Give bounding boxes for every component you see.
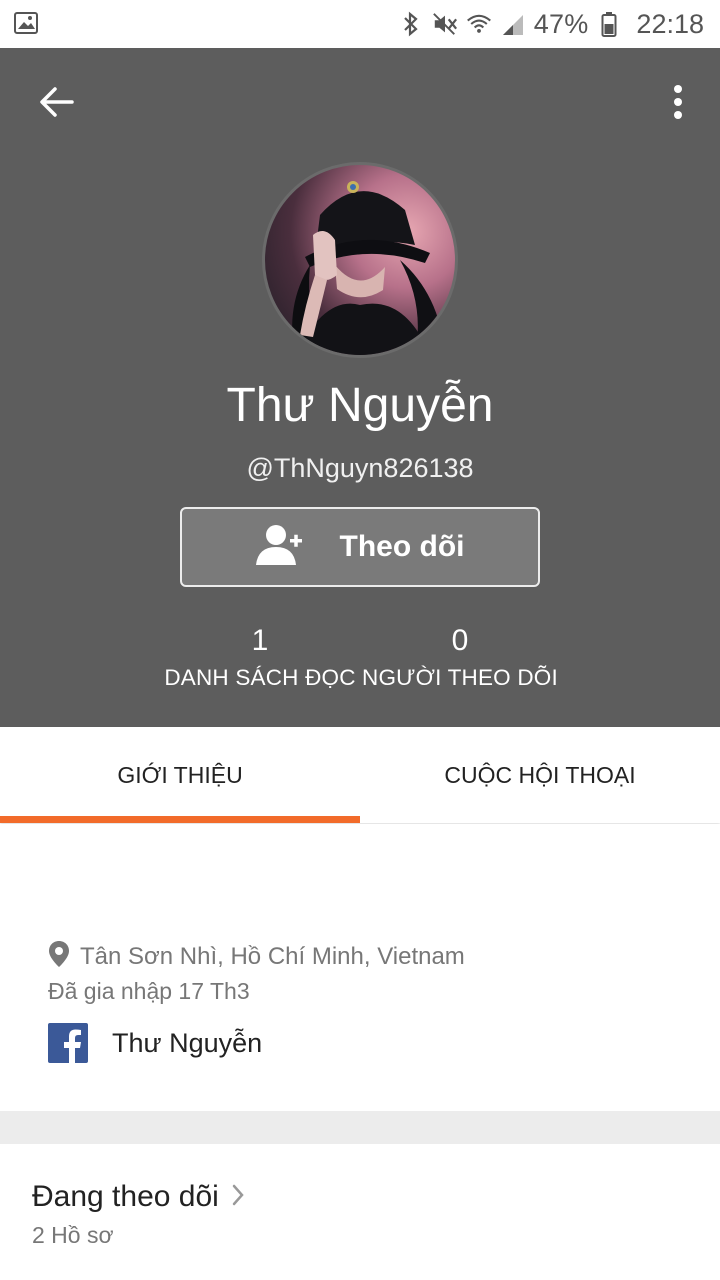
chevron-right-icon: [231, 1183, 245, 1212]
gallery-icon: [14, 12, 38, 34]
more-options-button[interactable]: [666, 82, 690, 126]
wifi-icon: [466, 11, 492, 37]
bluetooth-icon: [398, 11, 424, 37]
location-row: Tân Sơn Nhì, Hồ Chí Minh, Vietnam: [48, 940, 465, 973]
display-name: Thư Nguyễn: [226, 379, 494, 432]
arrow-left-icon: [38, 86, 74, 123]
stat-value: 1: [251, 624, 269, 657]
stat-value: 0: [451, 624, 469, 657]
tab-about[interactable]: GIỚI THIỆU: [0, 727, 360, 823]
status-bar: 47% 22:18: [0, 0, 720, 48]
facebook-icon: [48, 1023, 88, 1063]
tab-label: CUỘC HỘI THOẠI: [444, 761, 636, 788]
follow-button[interactable]: Theo dõi: [180, 507, 540, 587]
battery-icon: [596, 11, 622, 37]
username: @ThNguyn826138: [246, 453, 474, 483]
following-count: 2 Hồ sơ: [32, 1222, 114, 1248]
battery-percent: 47%: [533, 8, 589, 39]
signal-icon: [500, 11, 526, 37]
avatar[interactable]: [262, 162, 458, 358]
tab-label: GIỚI THIỆU: [117, 761, 243, 788]
clock-time: 22:18: [636, 8, 704, 39]
tab-conversations[interactable]: CUỘC HỘI THOẠI: [360, 727, 720, 823]
stat-label: NGƯỜI THEO DÕI: [362, 665, 558, 690]
add-user-icon: [255, 523, 304, 572]
facebook-link[interactable]: Thư Nguyễn: [48, 1023, 262, 1063]
following-section: Đang theo dõi 2 Hồ sơ: [0, 1144, 720, 1280]
follow-button-label: Theo dõi: [339, 530, 465, 563]
following-title: Đang theo dõi: [32, 1180, 219, 1213]
mute-icon: [432, 11, 458, 37]
joined-date: Đã gia nhập 17 Th3: [48, 978, 250, 1004]
stat-reading-lists[interactable]: 1 DANH SÁCH ĐỌC: [160, 623, 360, 691]
profile-tabs: GIỚI THIỆU CUỘC HỘI THOẠI: [0, 727, 720, 823]
location-pin-icon: [48, 940, 70, 973]
stat-label: DANH SÁCH ĐỌC: [164, 665, 356, 690]
following-link[interactable]: Đang theo dõi: [32, 1180, 245, 1214]
profile-header: Thư Nguyễn @ThNguyn826138 Theo dõi 1 DAN…: [0, 48, 720, 727]
about-section: Tân Sơn Nhì, Hồ Chí Minh, Vietnam Đã gia…: [0, 824, 720, 1111]
facebook-name: Thư Nguyễn: [112, 1027, 263, 1058]
section-divider: [0, 1111, 720, 1144]
location-text: Tân Sơn Nhì, Hồ Chí Minh, Vietnam: [80, 942, 465, 970]
more-vertical-icon: [673, 84, 683, 125]
stat-followers[interactable]: 0 NGƯỜI THEO DÕI: [360, 623, 560, 691]
back-button[interactable]: [32, 82, 80, 126]
